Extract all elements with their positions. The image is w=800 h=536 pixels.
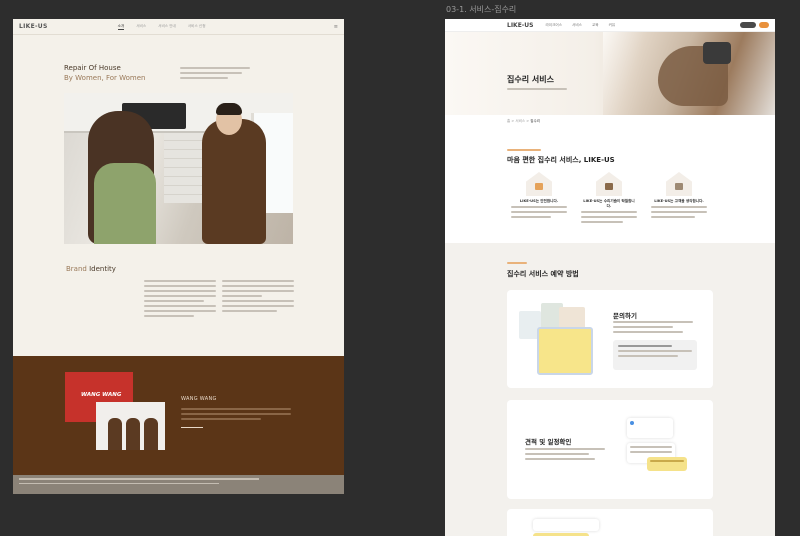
right-artboard: LIKE-US 라이크어스 서비스 교육 커뮤 집수리 서비스 홈 > 서비스 … <box>445 19 775 536</box>
hero-drill-photo <box>603 32 775 115</box>
left-logo[interactable]: LIKE-US <box>19 23 48 30</box>
left-nav-bar: LIKE-US 소개 서비스 서비스 안내 서비스 신청 ≡ <box>13 19 344 35</box>
breadcrumb-current: 집수리 <box>530 119 540 123</box>
feature-text-placeholder <box>511 206 567 218</box>
section2-label-placeholder <box>507 262 527 267</box>
left-hero-title: Repair Of House By Women, For Women <box>64 63 146 83</box>
identity-word: Identity <box>89 265 116 273</box>
step-card-inquiry: 문의하기 <box>507 290 713 388</box>
hero-line-1: Repair Of House <box>64 64 121 72</box>
photo-woman-sweater <box>94 163 156 244</box>
left-nav-item-1[interactable]: 소개 <box>117 24 125 30</box>
info-icon <box>630 421 634 425</box>
right-nav-item-1[interactable]: 라이크어스 <box>546 23 563 28</box>
hero-subtitle-placeholder <box>507 88 587 93</box>
breadcrumb-service[interactable]: 서비스 <box>515 119 525 123</box>
left-nav-item-3[interactable]: 서비스 안내 <box>158 24 176 30</box>
feature-safety: LIKE-US는 안전합니다. <box>511 172 567 221</box>
team-member-2 <box>126 418 140 450</box>
right-logo[interactable]: LIKE-US <box>507 22 534 29</box>
hero-kitchen-photo <box>64 93 293 244</box>
feature-skill: LIKE-US는 수리기술이 탁월합니다. <box>581 172 637 226</box>
artboard-title: 03-1. 서비스-집수리 <box>446 5 517 14</box>
section1-title: 마음 편한 집수리 서비스, LIKE-US <box>507 156 615 164</box>
right-nav-bar: LIKE-US 라이크어스 서비스 교육 커뮤 <box>445 19 775 32</box>
hero-description-placeholder <box>180 67 250 82</box>
right-nav-menu: 라이크어스 서비스 교육 커뮤 <box>546 23 616 28</box>
brand-word: Brand <box>66 265 87 273</box>
photo-worker-hair <box>216 103 242 115</box>
house-icon <box>526 172 552 196</box>
left-nav-item-2[interactable]: 서비스 <box>136 24 146 30</box>
card2-title: 견적 및 일정확인 <box>525 438 572 446</box>
feature-text-placeholder <box>651 206 707 218</box>
feature-title: LIKE-US는 안전합니다. <box>519 199 559 203</box>
red-card-text: WANG WANG <box>81 392 122 398</box>
brand-text-column-1 <box>144 280 216 320</box>
card2-text-placeholder <box>525 448 605 463</box>
card1-text-placeholder <box>613 321 693 336</box>
team-member-1 <box>108 418 122 450</box>
breadcrumb: 홈 > 서비스 > 집수리 <box>507 119 540 123</box>
team-photo-card <box>96 402 165 450</box>
section1-label-placeholder <box>507 149 541 154</box>
inquiry-illustration <box>519 303 599 381</box>
left-footer <box>13 475 344 494</box>
photo-drill <box>703 42 731 64</box>
feature-title: LIKE-US는 수리기술이 탁월합니다. <box>583 199 635 208</box>
card1-title: 문의하기 <box>613 312 637 320</box>
breadcrumb-home[interactable]: 홈 <box>507 119 510 123</box>
feature-text-placeholder <box>581 211 637 223</box>
right-nav-item-3[interactable]: 교육 <box>592 23 599 28</box>
right-nav-item-4[interactable]: 커뮤 <box>609 23 616 28</box>
hero-line-2: By Women, For Women <box>64 74 146 83</box>
chat-bubble-1 <box>627 418 673 438</box>
menu-icon[interactable]: ≡ <box>334 24 338 30</box>
chat-bubble <box>533 519 599 531</box>
left-nav-item-4[interactable]: 서비스 신청 <box>188 24 206 30</box>
brand-identity-heading: Brand Identity <box>66 265 116 273</box>
apply-button[interactable] <box>759 22 769 28</box>
wang-title: WANG WANG <box>181 396 217 402</box>
card1-note <box>613 340 697 370</box>
team-member-3 <box>144 418 158 450</box>
wang-description-placeholder <box>181 408 291 423</box>
feature-customer: LIKE-US는 고객을 생각합니다. <box>651 172 707 221</box>
feature-title: LIKE-US는 고객을 생각합니다. <box>654 199 704 203</box>
brown-section <box>13 356 344 475</box>
login-button[interactable] <box>740 22 756 28</box>
chat-bubble-3 <box>647 457 687 471</box>
photo-worker-body <box>202 119 266 244</box>
phone-mockup <box>537 327 593 375</box>
left-nav-menu: 소개 서비스 서비스 안내 서비스 신청 <box>117 24 206 30</box>
hero-title: 집수리 서비스 <box>507 75 554 84</box>
left-artboard: LIKE-US 소개 서비스 서비스 안내 서비스 신청 ≡ Repair Of… <box>13 19 344 494</box>
step-card-3 <box>507 509 713 536</box>
section2-title: 집수리 서비스 예약 방법 <box>507 270 579 278</box>
chat-icon <box>666 172 692 196</box>
right-nav-item-2[interactable]: 서비스 <box>572 23 582 28</box>
step-card-estimate: 견적 및 일정확인 <box>507 400 713 499</box>
brand-text-column-2 <box>222 280 294 315</box>
tools-icon <box>596 172 622 196</box>
wang-more-link[interactable] <box>181 423 204 428</box>
